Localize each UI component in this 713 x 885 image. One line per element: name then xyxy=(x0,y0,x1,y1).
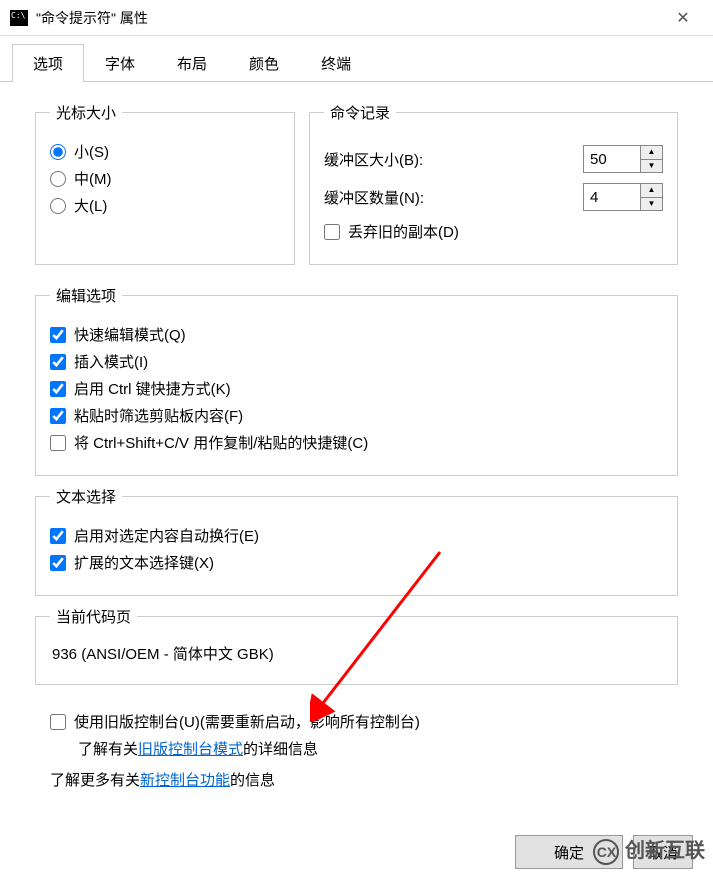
tab-color[interactable]: 颜色 xyxy=(228,44,300,82)
cursor-large-label: 大(L) xyxy=(74,195,107,216)
buffer-count-label: 缓冲区数量(N): xyxy=(324,187,583,208)
ctrl-shift-cv-label: 将 Ctrl+Shift+C/V 用作复制/粘贴的快捷键(C) xyxy=(74,432,368,453)
codepage-legend: 当前代码页 xyxy=(50,606,137,627)
buffer-count-up[interactable]: ▲ xyxy=(641,184,662,198)
tab-font[interactable]: 字体 xyxy=(84,44,156,82)
buffer-size-up[interactable]: ▲ xyxy=(641,146,662,160)
ctrl-shift-cv-check[interactable]: 将 Ctrl+Shift+C/V 用作复制/粘贴的快捷键(C) xyxy=(50,432,663,453)
insert-mode-input[interactable] xyxy=(50,354,66,370)
extended-keys-check[interactable]: 扩展的文本选择键(X) xyxy=(50,552,663,573)
buffer-count-spinbox[interactable]: ▲ ▼ xyxy=(583,183,663,211)
filter-clipboard-check[interactable]: 粘贴时筛选剪贴板内容(F) xyxy=(50,405,663,426)
tab-bar: 选项 字体 布局 颜色 终端 xyxy=(0,36,713,82)
buffer-count-down[interactable]: ▼ xyxy=(641,198,662,211)
tab-options[interactable]: 选项 xyxy=(12,44,84,82)
quick-edit-label: 快速编辑模式(Q) xyxy=(74,324,186,345)
edit-legend: 编辑选项 xyxy=(50,285,122,306)
cursor-small-radio[interactable]: 小(S) xyxy=(50,141,280,162)
legacy-link-line: 了解有关旧版控制台模式的详细信息 xyxy=(78,738,663,759)
legacy-prefix: 了解有关 xyxy=(78,741,138,758)
buffer-size-input[interactable] xyxy=(584,146,640,172)
extended-keys-input[interactable] xyxy=(50,555,66,571)
new-console-link[interactable]: 新控制台功能 xyxy=(140,772,230,789)
quick-edit-input[interactable] xyxy=(50,327,66,343)
ctrl-shift-cv-input[interactable] xyxy=(50,435,66,451)
title-bar: "命令提示符" 属性 ✕ xyxy=(0,0,713,36)
watermark: CX 创新互联 xyxy=(593,834,705,865)
tab-terminal[interactable]: 终端 xyxy=(300,44,372,82)
cursor-medium-radio[interactable]: 中(M) xyxy=(50,168,280,189)
buffer-count-input[interactable] xyxy=(584,184,640,210)
legacy-console-input[interactable] xyxy=(50,714,66,730)
legacy-suffix: 的详细信息 xyxy=(243,741,318,758)
discard-old-check[interactable]: 丢弃旧的副本(D) xyxy=(324,221,663,242)
ctrl-shortcut-label: 启用 Ctrl 键快捷方式(K) xyxy=(74,378,231,399)
cursor-small-label: 小(S) xyxy=(74,141,109,162)
legacy-console-link[interactable]: 旧版控制台模式 xyxy=(138,741,243,758)
watermark-text: 创新互联 xyxy=(625,840,705,862)
cursor-legend: 光标大小 xyxy=(50,102,122,123)
new-prefix: 了解更多有关 xyxy=(50,772,140,789)
extended-keys-label: 扩展的文本选择键(X) xyxy=(74,552,214,573)
command-history-group: 命令记录 缓冲区大小(B): ▲ ▼ 缓冲区数量(N): xyxy=(309,102,678,265)
quick-edit-check[interactable]: 快速编辑模式(Q) xyxy=(50,324,663,345)
line-wrap-label: 启用对选定内容自动换行(E) xyxy=(74,525,259,546)
window-title: "命令提示符" 属性 xyxy=(36,8,663,28)
buffer-size-down[interactable]: ▼ xyxy=(641,160,662,173)
filter-clipboard-label: 粘贴时筛选剪贴板内容(F) xyxy=(74,405,243,426)
tab-layout[interactable]: 布局 xyxy=(156,44,228,82)
buffer-size-label: 缓冲区大小(B): xyxy=(324,149,583,170)
close-button[interactable]: ✕ xyxy=(663,3,703,33)
history-legend: 命令记录 xyxy=(324,102,396,123)
legacy-console-check[interactable]: 使用旧版控制台(U)(需要重新启动，影响所有控制台) xyxy=(50,711,663,732)
buffer-size-spinbox[interactable]: ▲ ▼ xyxy=(583,145,663,173)
legacy-console-label: 使用旧版控制台(U)(需要重新启动，影响所有控制台) xyxy=(74,711,420,732)
cursor-large-radio[interactable]: 大(L) xyxy=(50,195,280,216)
cursor-small-input[interactable] xyxy=(50,144,66,160)
insert-mode-label: 插入模式(I) xyxy=(74,351,148,372)
cursor-medium-label: 中(M) xyxy=(74,168,112,189)
codepage-group: 当前代码页 936 (ANSI/OEM - 简体中文 GBK) xyxy=(35,606,678,685)
codepage-value: 936 (ANSI/OEM - 简体中文 GBK) xyxy=(50,639,663,668)
cmd-icon xyxy=(10,10,28,26)
cursor-medium-input[interactable] xyxy=(50,171,66,187)
text-select-legend: 文本选择 xyxy=(50,486,122,507)
ctrl-shortcut-input[interactable] xyxy=(50,381,66,397)
edit-options-group: 编辑选项 快速编辑模式(Q) 插入模式(I) 启用 Ctrl 键快捷方式(K) … xyxy=(35,285,678,476)
new-link-line: 了解更多有关新控制台功能的信息 xyxy=(50,769,663,790)
discard-old-input[interactable] xyxy=(324,224,340,240)
cursor-large-input[interactable] xyxy=(50,198,66,214)
line-wrap-input[interactable] xyxy=(50,528,66,544)
text-select-group: 文本选择 启用对选定内容自动换行(E) 扩展的文本选择键(X) xyxy=(35,486,678,596)
cursor-size-group: 光标大小 小(S) 中(M) 大(L) xyxy=(35,102,295,265)
insert-mode-check[interactable]: 插入模式(I) xyxy=(50,351,663,372)
line-wrap-check[interactable]: 启用对选定内容自动换行(E) xyxy=(50,525,663,546)
watermark-logo-icon: CX xyxy=(593,839,619,865)
filter-clipboard-input[interactable] xyxy=(50,408,66,424)
discard-old-label: 丢弃旧的副本(D) xyxy=(348,221,459,242)
new-suffix: 的信息 xyxy=(230,772,275,789)
ctrl-shortcut-check[interactable]: 启用 Ctrl 键快捷方式(K) xyxy=(50,378,663,399)
